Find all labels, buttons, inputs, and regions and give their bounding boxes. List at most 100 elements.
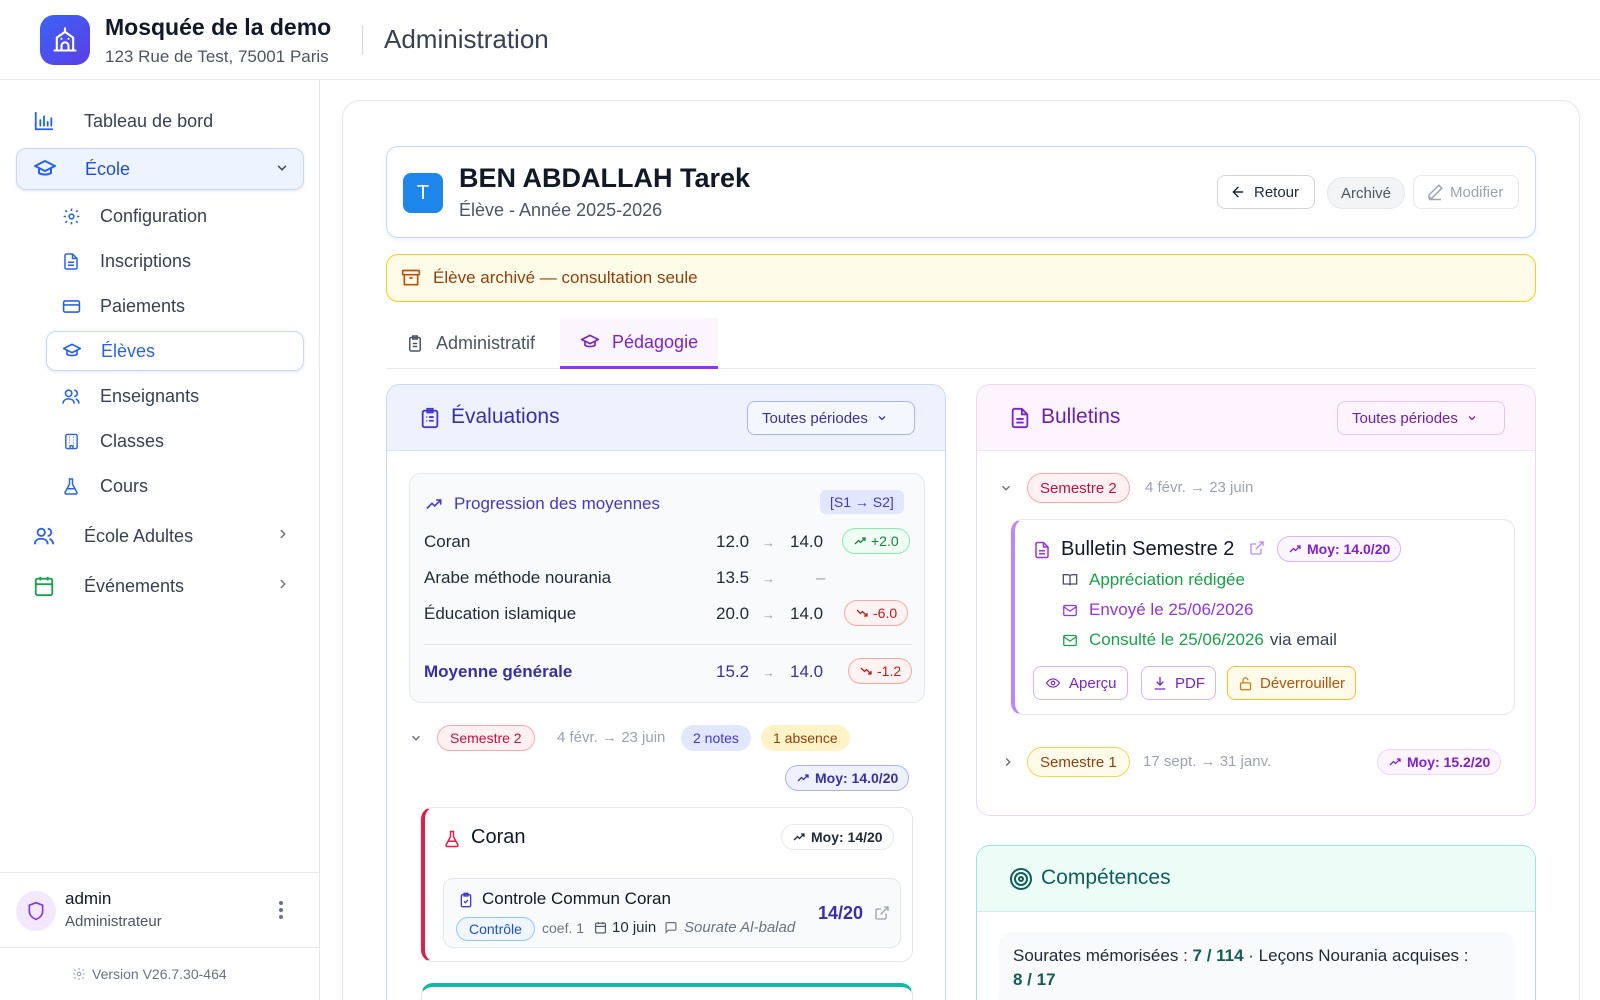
book-open-icon [1061, 572, 1079, 588]
evaluation-item[interactable]: Controle Commun Coran Contrôle coef. 1 1… [443, 878, 901, 948]
org-name: Mosquée de la demo [105, 14, 332, 40]
alert-text: Élève archivé — consultation seule [433, 268, 698, 287]
s2-average: 14.0 [790, 662, 824, 681]
sidebar-item-label: École Adultes [84, 525, 194, 546]
progression-card: Progression des moyennes [S1 → S2] Coran… [409, 473, 925, 703]
notes-count-badge: 2 notes [681, 725, 751, 751]
s1-average: 15.2 [716, 662, 750, 681]
sidebar-item-evenements[interactable]: Événements [16, 565, 304, 607]
delta-badge: -6.0 [844, 600, 909, 626]
select-value: Toutes périodes [1352, 409, 1458, 427]
sidebar-item-cours[interactable]: Cours [46, 466, 304, 506]
chevron-down-icon[interactable] [275, 161, 289, 175]
chevron-right-icon[interactable] [276, 527, 290, 541]
chevron-right-icon[interactable] [1001, 755, 1015, 769]
s1-average: 20.0 [716, 604, 750, 623]
semester-badge[interactable]: Semestre 1 [1027, 747, 1130, 777]
total-label: Moyenne générale [424, 662, 573, 681]
semester-badge[interactable]: Semestre 2 [1027, 473, 1130, 503]
progression-row: Coran 12.0 → 14.0 +2.0 [424, 528, 914, 558]
s2-average: 14.0 [790, 604, 824, 623]
chevron-down-icon[interactable] [409, 731, 423, 745]
semester-dates: 4 févr. → 23 juin [1145, 479, 1254, 496]
sidebar-item-dashboard[interactable]: Tableau de bord [16, 100, 304, 142]
gear-icon [72, 967, 86, 981]
sidebar-item-eleves[interactable]: Élèves [46, 331, 304, 371]
pencil-icon [1426, 183, 1444, 201]
evaluation-date: 10 juin [612, 919, 657, 936]
credit-card-icon [60, 295, 82, 317]
chevron-right-icon[interactable] [276, 577, 290, 591]
sent-status: Envoyé le 25/06/2026 [1061, 600, 1253, 620]
trending-up-icon [1288, 543, 1302, 555]
bulletins-period-select[interactable]: Toutes périodes [1337, 401, 1505, 435]
sidebar-item-ecole-adultes[interactable]: École Adultes [16, 515, 304, 557]
arrow: → [762, 535, 775, 550]
student-avatar: T [403, 173, 443, 213]
semester-badge[interactable]: Semestre 2 [437, 725, 535, 751]
building-icon [60, 430, 82, 452]
external-link-icon[interactable] [874, 905, 890, 921]
course-card: Coran Moy: 14/20 Controle Commun Coran C… [421, 807, 913, 962]
trending-up-icon [792, 831, 806, 843]
more-vertical-icon[interactable] [278, 900, 284, 920]
graduation-cap-icon [61, 340, 83, 362]
arrow-left-icon [1230, 184, 1246, 200]
subject-label: Arabe méthode nourania [424, 568, 612, 587]
org-address: 123 Rue de Test, 75001 Paris [105, 47, 329, 66]
trending-up-icon [1388, 756, 1402, 768]
tab-pedagogie[interactable]: Pédagogie [560, 318, 719, 369]
document-icon [1009, 406, 1031, 430]
delta-value: -6.0 [873, 605, 898, 621]
status-text: Appréciation rédigée [1089, 570, 1245, 589]
user-role: Administrateur [65, 913, 162, 930]
consulted-status: Consulté le 25/06/2026 via email [1061, 630, 1337, 650]
unlock-icon [1238, 675, 1253, 692]
flask-icon [443, 828, 461, 850]
chevron-down-icon[interactable] [999, 481, 1013, 495]
sidebar-item-ecole[interactable]: École [16, 148, 304, 190]
chevron-down-icon [1466, 412, 1478, 424]
semester-dates: 4 févr. → 23 juin [557, 729, 666, 746]
student-header-card: T BEN ABDALLAH Tarek Élève - Année 2025-… [386, 146, 1536, 238]
semester-average-badge: Moy: 14.0/20 [785, 765, 910, 791]
sidebar-item-classes[interactable]: Classes [46, 421, 304, 461]
comment-icon [664, 921, 678, 934]
sidebar-item-label: Cours [100, 475, 149, 496]
chevron-down-icon [876, 412, 888, 424]
course-name: Coran [471, 826, 526, 848]
sidebar-item-label: Événements [84, 575, 185, 596]
sidebar-item-enseignants[interactable]: Enseignants [46, 376, 304, 416]
archived-alert: Élève archivé — consultation seule [386, 254, 1536, 302]
sidebar-item-inscriptions[interactable]: Inscriptions [46, 241, 304, 281]
absence-count-badge: 1 absence [761, 725, 850, 751]
pdf-button[interactable]: PDF [1141, 666, 1216, 700]
mosque-logo-icon[interactable] [40, 15, 90, 65]
student-subtitle: Élève - Année 2025-2026 [459, 200, 663, 220]
preview-button[interactable]: Aperçu [1033, 666, 1128, 700]
bulletins-title: Bulletins [1041, 405, 1121, 428]
version-label: Version V26.7.30-464 [92, 966, 227, 982]
back-button[interactable]: Retour [1217, 175, 1315, 209]
external-link-icon[interactable] [1249, 540, 1265, 556]
sidebar-item-label: Classes [100, 430, 165, 451]
divider [424, 644, 912, 645]
download-icon [1152, 675, 1168, 691]
unlock-button[interactable]: Déverrouiller [1227, 666, 1357, 700]
eye-icon [1044, 676, 1062, 690]
edit-button[interactable]: Modifier [1413, 175, 1519, 209]
trending-down-icon [855, 607, 869, 619]
evaluations-period-select[interactable]: Toutes périodes [747, 401, 915, 435]
tab-administratif[interactable]: Administratif [406, 318, 535, 369]
moy-value: Moy: 14.0/20 [1307, 541, 1391, 557]
arrow: → [762, 607, 775, 622]
evaluation-type-badge: Contrôle [456, 917, 535, 941]
sidebar-item-configuration[interactable]: Configuration [46, 196, 304, 236]
app-version: Version V26.7.30-464 [72, 966, 227, 982]
document-icon [60, 250, 82, 272]
delta-badge: -1.2 [848, 658, 913, 684]
sidebar-item-paiements[interactable]: Paiements [46, 286, 304, 326]
evaluations-panel: Évaluations Toutes périodes Progression … [386, 384, 946, 1000]
document-icon [1033, 540, 1051, 560]
evaluation-score: 14/20 [818, 903, 864, 923]
